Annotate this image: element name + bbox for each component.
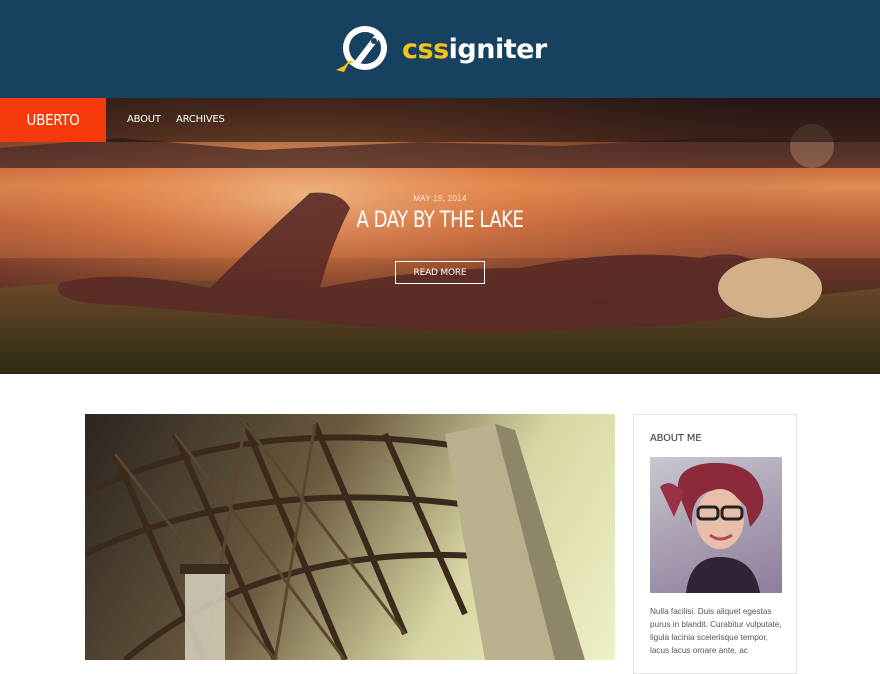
site-title[interactable]: UBERTO [0,98,106,142]
rocket-icon [336,26,387,72]
post-date: MAY 19, 2014 [413,194,467,203]
nav-item-archives[interactable]: ARCHIVES [176,98,225,142]
main-navigation: UBERTO ABOUT ARCHIVES [0,98,880,142]
featured-post-image[interactable] [85,414,615,660]
hero-banner: UBERTO ABOUT ARCHIVES MAY 19, 2014 A DAY… [0,98,880,374]
read-more-button[interactable]: READ MORE [395,261,485,284]
brand-logo-link[interactable]: cssigniter [330,22,547,76]
about-me-widget: ABOUT ME Nulla facilisi. Duis aliquet eg… [633,414,797,674]
brand-name-suffix: igniter [448,33,548,65]
widget-title: ABOUT ME [650,433,702,444]
bridge-image [85,422,585,660]
brand-bar: cssigniter [0,0,880,98]
brand-wordmark: cssigniter [402,34,547,65]
author-photo [650,457,782,593]
post-title[interactable]: A DAY BY THE LAKE [79,208,801,233]
about-text: Nulla facilisi. Duis aliquet egestas pur… [650,607,782,655]
nav-item-about[interactable]: ABOUT [127,98,161,142]
brand-name-prefix: css [402,33,449,65]
